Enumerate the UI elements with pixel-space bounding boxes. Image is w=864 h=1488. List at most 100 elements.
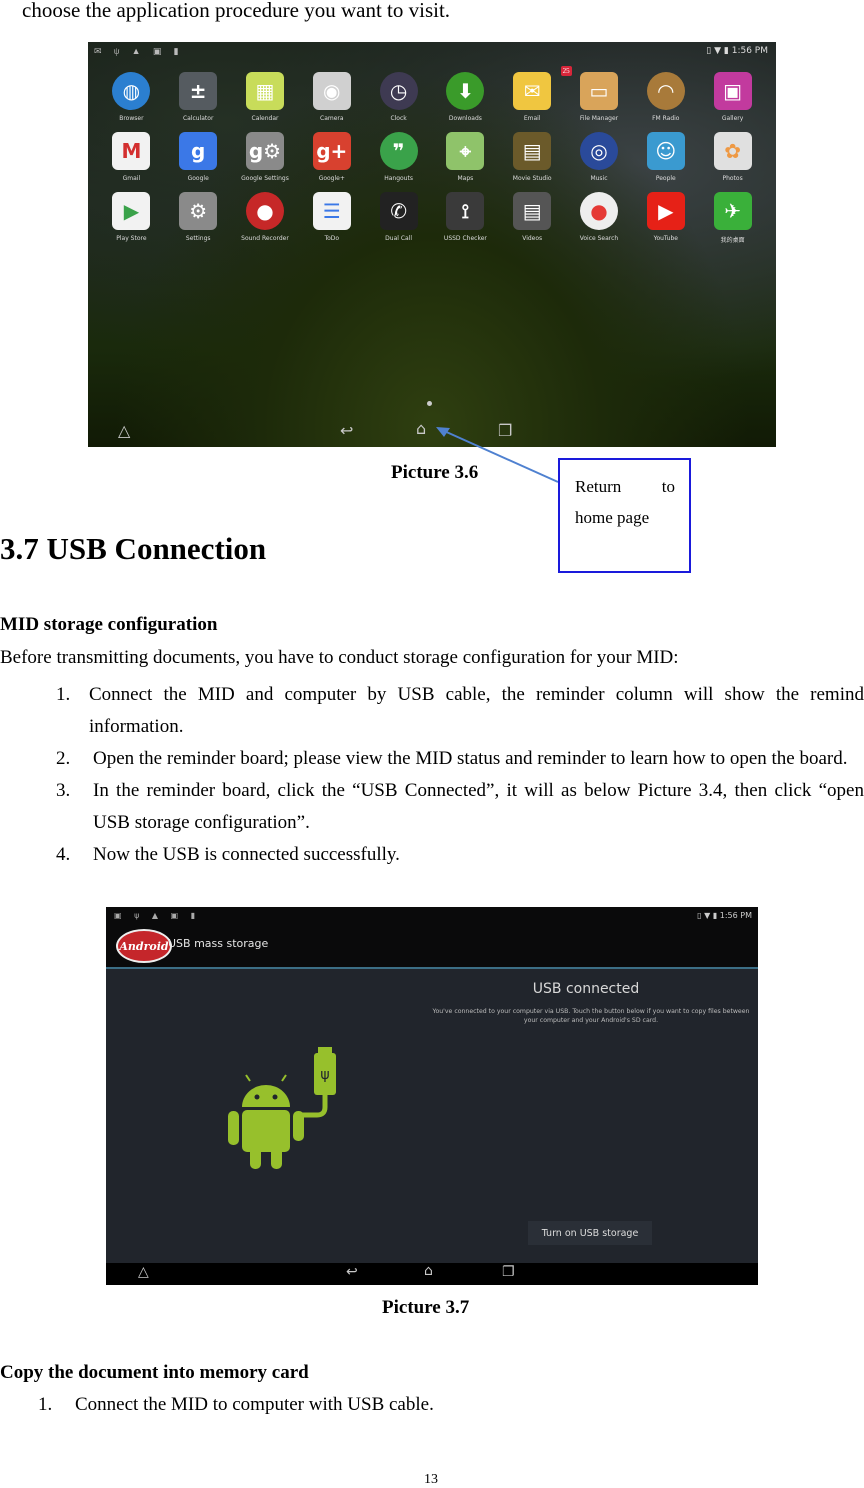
up-arrow-icon[interactable]: △ — [138, 1264, 149, 1280]
mid-config-steps: 1. Connect the MID and computer by USB c… — [56, 679, 864, 871]
app-label: Maps — [457, 175, 474, 182]
download-icon: ⬇ — [446, 72, 485, 110]
back-icon[interactable]: ↩ — [346, 1264, 358, 1280]
app-maps[interactable]: ⌖ Maps — [432, 132, 499, 182]
app-people[interactable]: ☺ People — [632, 132, 699, 182]
step-1: 1. Connect the MID and computer by USB c… — [56, 684, 864, 737]
app-calculator[interactable]: ± Calculator — [165, 72, 232, 122]
app-label: Calendar — [251, 115, 279, 122]
app-music[interactable]: ◎ Music — [566, 132, 633, 182]
status-time: 1:56 PM — [731, 46, 768, 56]
voice-search-icon: ● — [579, 192, 618, 230]
copy-section-heading: Copy the document into memory card — [0, 1362, 309, 1383]
android-kitkat-logo: Android — [116, 929, 172, 963]
app-hangouts[interactable]: ❞ Hangouts — [365, 132, 432, 182]
app-email[interactable]: ✉ 25 Email — [499, 66, 572, 122]
app-label: Google Settings — [241, 175, 289, 182]
app-voice-search[interactable]: ● Voice Search — [566, 192, 633, 244]
todo-icon: ☰ — [312, 192, 351, 230]
app-settings[interactable]: ⚙ Settings — [165, 192, 232, 244]
app-gallery[interactable]: ▣ Gallery — [699, 72, 766, 122]
phone-icon: ✆ — [379, 192, 418, 230]
home-icon[interactable]: ⌂ — [424, 1263, 433, 1279]
battery-icon: ▮ — [712, 911, 718, 920]
globe-icon: ◍ — [112, 72, 151, 110]
app-youtube[interactable]: ▶ YouTube — [632, 192, 699, 244]
youtube-icon: ▶ — [646, 192, 685, 230]
status-bar-notification-icons: ✉ ψ ▲ ▣ ▮ — [94, 46, 184, 56]
svg-text:ψ: ψ — [320, 1067, 329, 1083]
app-label: ToDo — [324, 235, 340, 242]
app-todo[interactable]: ☰ ToDo — [298, 192, 365, 244]
status-time: 1:56 PM — [719, 911, 752, 920]
google-icon: g — [179, 132, 218, 170]
app-microphone[interactable]: ● Sound Recorder — [232, 192, 299, 244]
app-label: Play Store — [116, 235, 147, 242]
app-label: Gmail — [122, 175, 141, 182]
app-label: Dual Call — [385, 235, 413, 242]
hangouts-icon: ❞ — [379, 132, 418, 170]
app-camera[interactable]: ◉ Camera — [298, 72, 365, 122]
app-clock[interactable]: ◷ Clock — [365, 72, 432, 122]
app-label: Music — [590, 175, 608, 182]
calendar-icon: ▦ — [245, 72, 284, 110]
app-label: Sound Recorder — [241, 235, 289, 242]
app-label: Downloads — [448, 115, 482, 122]
app-title: USB mass storage — [168, 937, 269, 950]
app-label: USSD Checker — [443, 235, 487, 242]
app-folder[interactable]: ▭ File Manager — [566, 72, 633, 122]
app-radio[interactable]: ◠ FM Radio — [632, 72, 699, 122]
calculator-icon: ± — [179, 72, 218, 110]
app-phone[interactable]: ✆ Dual Call — [365, 192, 432, 244]
app-google-settings[interactable]: g⚙ Google Settings — [232, 132, 299, 182]
app-movie-studio[interactable]: ▤ Movie Studio — [499, 132, 566, 182]
camera-icon: ◉ — [312, 72, 351, 110]
copy-step-1: 1. Connect the MID to computer with USB … — [38, 1394, 434, 1415]
app-label: Browser — [119, 115, 144, 122]
app-green-app[interactable]: ✈ 我的桌面 — [699, 192, 766, 244]
wifi-icon: ▼ — [714, 46, 722, 56]
app-label: Videos — [522, 235, 543, 242]
people-icon: ☺ — [646, 132, 685, 170]
app-play-store[interactable]: ▶ Play Store — [98, 192, 165, 244]
navigation-bar: △ ↩ ⌂ ❐ — [106, 1263, 758, 1285]
recent-apps-icon[interactable]: ❐ — [502, 1264, 515, 1280]
app-label: File Manager — [579, 115, 619, 122]
battery-icon: ▮ — [723, 46, 729, 56]
app-photos[interactable]: ✿ Photos — [699, 132, 766, 182]
app-video[interactable]: ▤ Videos — [499, 192, 566, 244]
app-antenna[interactable]: ⟟ USSD Checker — [432, 192, 499, 244]
usb-connected-description: You've connected to your computer via US… — [432, 1008, 750, 1024]
app-label: Clock — [390, 115, 407, 122]
microphone-icon: ● — [245, 192, 284, 230]
return-home-callout: Return to home page — [558, 458, 691, 573]
home-icon[interactable]: ⌂ — [416, 419, 426, 438]
picture-3-6-caption: Picture 3.6 — [391, 462, 479, 483]
app-download[interactable]: ⬇ Downloads — [432, 72, 499, 122]
app-label: Email — [523, 115, 541, 122]
app-grid: ◍ Browser ± Calculator ▦ Calendar ◉ Camera ◷ Cloc… — [98, 66, 766, 244]
video-icon: ▤ — [513, 192, 552, 230]
app-label: Gallery — [721, 115, 744, 122]
email-icon: ✉ — [513, 72, 552, 110]
up-arrow-icon[interactable]: △ — [118, 421, 130, 440]
email-badge: 25 — [560, 66, 572, 76]
turn-on-usb-storage-button[interactable]: Turn on USB storage — [528, 1221, 652, 1245]
app-google[interactable]: g Google — [165, 132, 232, 182]
app-label: Voice Search — [579, 235, 619, 242]
movie-studio-icon: ▤ — [513, 132, 552, 170]
step-4: 4. Now the USB is connected successfully… — [56, 844, 400, 865]
app-gmail[interactable]: M Gmail — [98, 132, 165, 182]
usb-connected-heading: USB connected — [532, 981, 640, 997]
folder-icon: ▭ — [579, 72, 618, 110]
status-bar-right: ▯ ▼ ▮ 1:56 PM — [697, 911, 752, 920]
app-calendar[interactable]: ▦ Calendar — [232, 72, 299, 122]
app-globe[interactable]: ◍ Browser — [98, 72, 165, 122]
app-google-plus[interactable]: g+ Google+ — [298, 132, 365, 182]
home-screen-screenshot: ✉ ψ ▲ ▣ ▮ ▯ ▼ ▮ 1:56 PM ◍ Browser ± Calcula… — [88, 42, 776, 447]
app-label: Camera — [320, 115, 344, 122]
gallery-icon: ▣ — [713, 72, 752, 110]
back-icon[interactable]: ↩ — [340, 421, 353, 440]
gmail-icon: M — [112, 132, 151, 170]
settings-icon: ⚙ — [179, 192, 218, 230]
